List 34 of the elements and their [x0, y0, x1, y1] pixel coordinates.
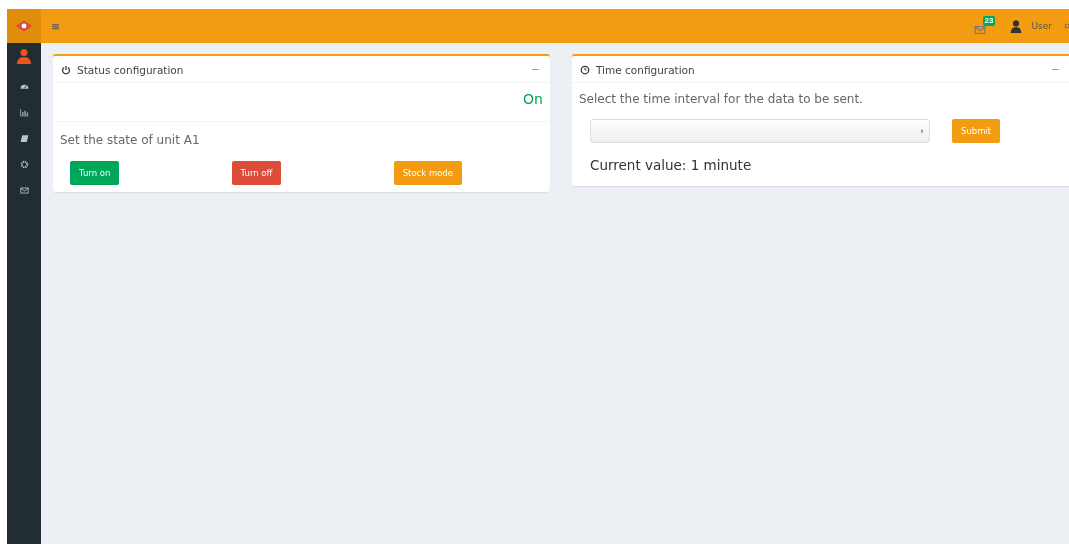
sidebar-item[interactable] [16, 47, 32, 65]
prompt-text: Set the state of unit A1 [59, 132, 201, 147]
action-button[interactable]: Turn on [70, 161, 120, 185]
collapse-button[interactable]: − [530, 63, 540, 76]
gauge-icon [19, 82, 29, 91]
status-value: On [53, 83, 550, 122]
envelope-icon [974, 24, 987, 36]
collapse-button[interactable]: − [1050, 63, 1060, 76]
user-icon [16, 47, 32, 65]
panel-title: Time configuration [596, 63, 696, 76]
action-button[interactable]: Stock mode [393, 161, 462, 185]
notification-badge: 23 [982, 16, 996, 26]
sidebar-item[interactable] [19, 186, 29, 195]
clock-icon [580, 64, 590, 75]
submit-button[interactable]: Submit [952, 119, 1001, 143]
bar-chart-icon [19, 108, 29, 117]
current-value: Current value: 1 minute [589, 156, 753, 175]
power-icon [61, 64, 71, 75]
sidebar-item[interactable] [19, 82, 29, 91]
action-button[interactable]: Turn off [231, 161, 282, 185]
sidebar-item[interactable] [19, 160, 29, 169]
sidebar-item[interactable] [19, 108, 29, 117]
panel-title: Status configuration [77, 63, 185, 76]
mail-button[interactable]: 23 [974, 16, 996, 36]
prompt-text: Select the time interval for the data to be sent. [578, 91, 864, 106]
user-menu[interactable]: User [1009, 18, 1052, 34]
envelope-icon [19, 186, 29, 195]
sort-icon [919, 127, 925, 135]
book-icon [19, 134, 29, 143]
user-icon [1009, 18, 1024, 34]
menu-button[interactable] [51, 21, 60, 31]
gear-icon [19, 160, 29, 169]
sidebar-item[interactable] [19, 134, 29, 143]
menu-icon [51, 21, 60, 31]
